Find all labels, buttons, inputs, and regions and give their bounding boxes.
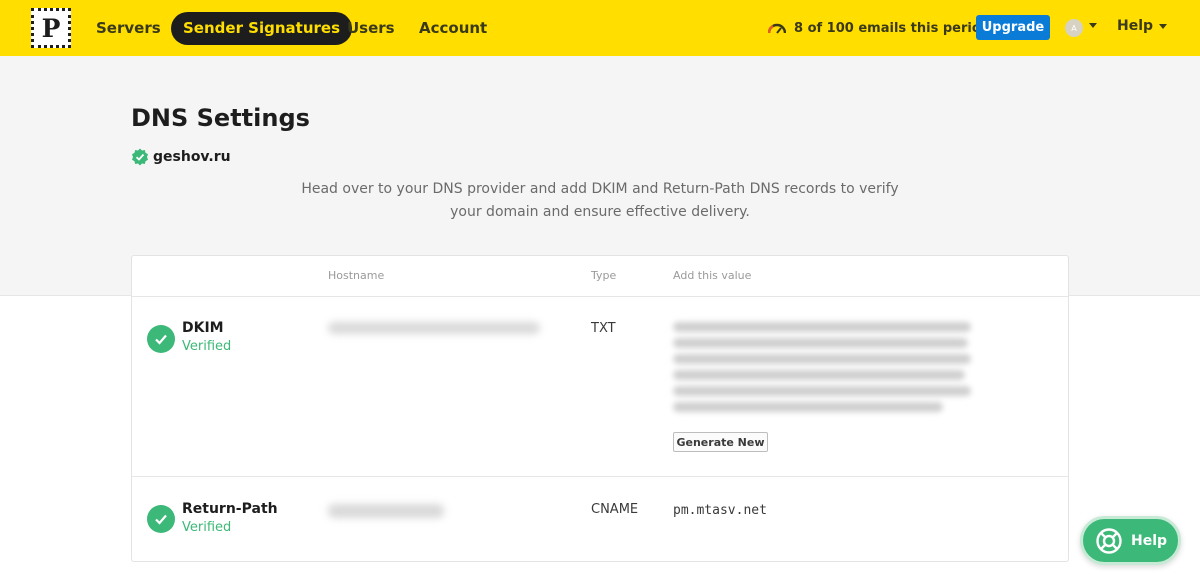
domain-name: geshov.ru bbox=[153, 149, 231, 165]
help-button[interactable]: Help bbox=[1080, 516, 1181, 565]
nav-sender-signatures[interactable]: Sender Signatures bbox=[171, 12, 353, 45]
record-status-dkim: Verified bbox=[182, 339, 232, 354]
help-menu[interactable]: Help bbox=[1117, 18, 1168, 34]
domain-row: geshov.ru bbox=[131, 148, 231, 166]
column-header-hostname: Hostname bbox=[328, 269, 385, 282]
redacted-dkim-value[interactable] bbox=[673, 322, 973, 418]
chevron-down-icon bbox=[1159, 23, 1168, 29]
record-type-dkim: TXT bbox=[591, 321, 616, 336]
avatar[interactable]: A bbox=[1065, 19, 1083, 37]
redacted-hostname bbox=[328, 504, 444, 518]
record-name-return-path: Return-Path bbox=[182, 501, 278, 517]
record-status-return-path: Verified bbox=[182, 520, 232, 535]
column-header-type: Type bbox=[591, 269, 617, 282]
nav-account[interactable]: Account bbox=[407, 12, 499, 45]
dns-records-table: Hostname Type Add this value DKIM Verifi… bbox=[131, 255, 1069, 562]
lifebuoy-icon bbox=[1096, 527, 1122, 554]
gauge-icon bbox=[768, 23, 786, 34]
check-icon bbox=[147, 505, 175, 533]
generate-new-button[interactable]: Generate New bbox=[673, 432, 768, 452]
divider bbox=[132, 296, 1068, 297]
divider bbox=[132, 476, 1068, 477]
help-menu-label: Help bbox=[1117, 18, 1154, 34]
chevron-down-icon[interactable] bbox=[1089, 23, 1097, 28]
record-name-dkim: DKIM bbox=[182, 320, 224, 336]
record-value-return-path[interactable]: pm.mtasv.net bbox=[673, 503, 767, 518]
column-header-value: Add this value bbox=[673, 269, 752, 282]
postmark-logo[interactable]: P bbox=[31, 8, 71, 48]
page-title: DNS Settings bbox=[131, 104, 310, 132]
record-type-return-path: CNAME bbox=[591, 502, 639, 517]
logo-letter: P bbox=[41, 13, 61, 43]
intro-text: Head over to your DNS provider and add D… bbox=[301, 181, 899, 220]
nav-servers[interactable]: Servers bbox=[84, 12, 173, 45]
verified-badge-icon bbox=[132, 148, 148, 166]
nav-users[interactable]: Users bbox=[335, 12, 407, 45]
redacted-hostname bbox=[328, 322, 540, 334]
usage-indicator[interactable]: 8 of 100 emails this period bbox=[768, 18, 990, 38]
upgrade-button[interactable]: Upgrade bbox=[976, 15, 1050, 40]
top-nav: P Servers Sender Signatures Users Accoun… bbox=[0, 0, 1200, 56]
usage-text: 8 of 100 emails this period bbox=[794, 20, 991, 36]
help-button-label: Help bbox=[1131, 532, 1168, 549]
check-icon bbox=[147, 325, 175, 353]
